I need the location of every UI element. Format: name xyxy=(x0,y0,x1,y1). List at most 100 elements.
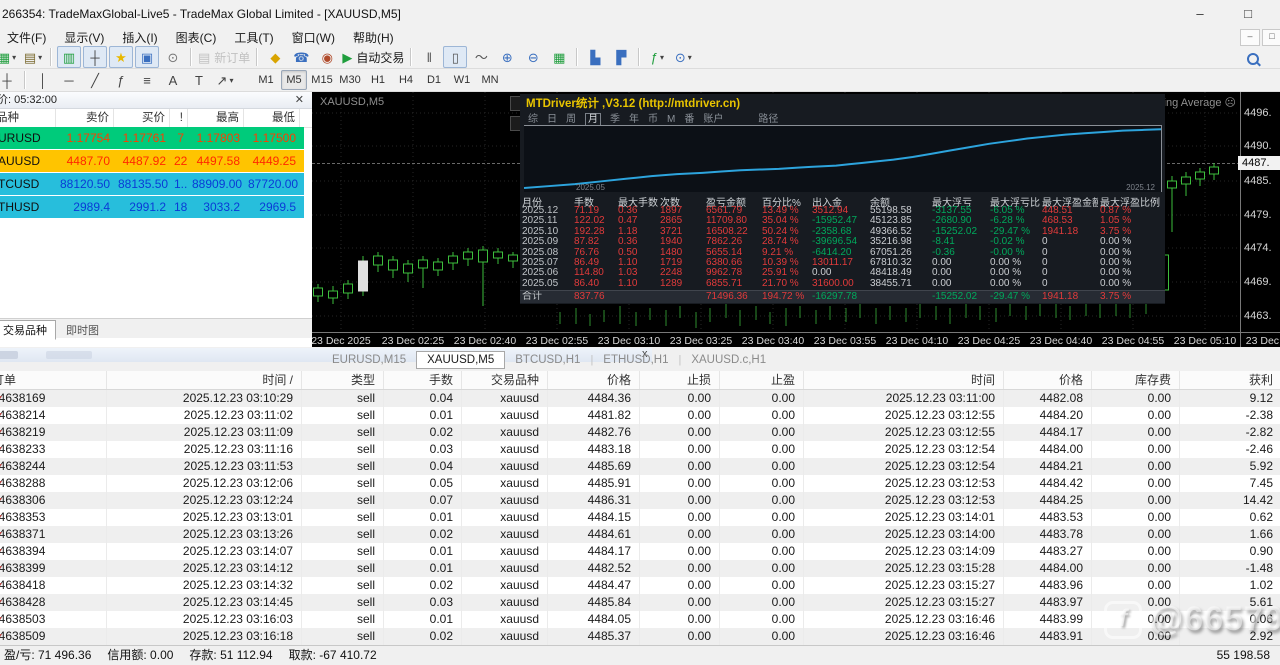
minimize-button[interactable]: – xyxy=(1180,0,1220,28)
table-row[interactable]: 646383992025.12.23 03:14:12sell0.01xauus… xyxy=(0,560,1280,577)
chart-tab-xauusd-c-h1[interactable]: XAUUSD.c,H1 xyxy=(681,352,776,368)
chat-button[interactable]: ☎ xyxy=(289,46,313,68)
menu-item[interactable]: 窗口(W) xyxy=(283,28,344,47)
table-row[interactable]: 646383062025.12.23 03:12:24sell0.07xauus… xyxy=(0,492,1280,509)
history-cell: 0.00 xyxy=(640,458,720,475)
stats-tab-番[interactable]: 番 xyxy=(684,114,694,125)
autotrade-button[interactable]: ▶自动交易 xyxy=(341,46,405,68)
help-button[interactable]: ? xyxy=(1275,48,1280,70)
cursor-button[interactable]: ┼ xyxy=(0,69,19,91)
fibonacci-button[interactable]: ƒ xyxy=(109,69,133,91)
symbol-row[interactable]: EURUSD1.177541.1776171.178031.17500 xyxy=(0,127,304,150)
stats-tab-M[interactable]: M xyxy=(667,114,675,125)
stats-tab-账户[interactable]: 账户 xyxy=(703,114,723,125)
table-row[interactable]: 646385032025.12.23 03:16:03sell0.01xauus… xyxy=(0,611,1280,628)
depth-of-market-button[interactable]: ◆ xyxy=(263,46,287,68)
stats-row: 2025.0987.820.3619407862.2628.74 %-39696… xyxy=(520,237,1165,247)
menu-item[interactable]: 帮助(H) xyxy=(344,28,403,47)
toolbox-button[interactable]: ▣ xyxy=(135,46,159,68)
chart-tab-xauusd-m5[interactable]: XAUUSD,M5 xyxy=(416,351,505,369)
stats-cell: 1941.18 xyxy=(1040,227,1098,237)
timeframe-h4[interactable]: H4 xyxy=(393,70,419,90)
chart-tab-eurusd-m15[interactable]: EURUSD,M15 xyxy=(322,352,416,368)
stats-tab-周[interactable]: 周 xyxy=(566,114,576,125)
menu-item[interactable]: 插入(I) xyxy=(113,28,166,47)
table-row[interactable]: 646382442025.12.23 03:11:53sell0.04xauus… xyxy=(0,458,1280,475)
table-row[interactable]: 646384182025.12.23 03:14:32sell0.02xauus… xyxy=(0,577,1280,594)
chart-tab-btcusd-h1[interactable]: BTCUSD,H1 xyxy=(505,352,590,368)
timeframe-m15[interactable]: M15 xyxy=(309,70,335,90)
history-cell: 14.42 xyxy=(1180,492,1280,509)
symbol-row[interactable]: ETHUSD2989.42991.2183033.22969.5 xyxy=(0,196,304,219)
label-button[interactable]: T xyxy=(187,69,211,91)
table-row[interactable]: 646383942025.12.23 03:14:07sell0.01xauus… xyxy=(0,543,1280,560)
periods-button[interactable]: ⊙▾ xyxy=(671,46,695,68)
timeframe-h1[interactable]: H1 xyxy=(365,70,391,90)
bar-chart-button[interactable]: ‖ xyxy=(417,46,441,68)
timeframe-w1[interactable]: W1 xyxy=(449,70,475,90)
candlestick-chart-button[interactable]: ▯ xyxy=(443,46,467,68)
market-watch-tab[interactable]: 即时图 xyxy=(58,321,107,339)
stats-tab-季[interactable]: 季 xyxy=(610,114,620,125)
table-row[interactable]: 646382142025.12.23 03:11:02sell0.01xauus… xyxy=(0,407,1280,424)
timeframe-m5[interactable]: M5 xyxy=(281,70,307,90)
order-number: 64638214 xyxy=(0,407,107,424)
mdi-restore-button[interactable]: □ xyxy=(1262,29,1280,46)
history-cell: 2025.12.23 03:12:06 xyxy=(107,475,302,492)
strategy-tester-button[interactable]: ⊙ xyxy=(161,46,185,68)
market-watch-close-icon[interactable]: ✕ xyxy=(295,93,304,106)
community-button[interactable]: ◉ xyxy=(315,46,339,68)
menu-item[interactable]: 显示(V) xyxy=(55,28,113,47)
stats-tab-年[interactable]: 年 xyxy=(629,114,639,125)
timeframe-m1[interactable]: M1 xyxy=(253,70,279,90)
stats-tab-综[interactable]: 综 xyxy=(528,114,538,125)
stats-total: 合计837.7671496.36194.72 %-16297.78-15252.… xyxy=(520,291,1165,301)
profiles-button[interactable]: ▤▾ xyxy=(21,46,45,68)
table-row[interactable]: 646385092025.12.23 03:16:18sell0.02xauus… xyxy=(0,628,1280,645)
horizontal-line-button[interactable]: ─ xyxy=(57,69,81,91)
table-row[interactable]: 646382332025.12.23 03:11:16sell0.03xauus… xyxy=(0,441,1280,458)
indicators-button[interactable]: ƒ▾ xyxy=(645,46,669,68)
maximize-button[interactable]: □ xyxy=(1228,0,1268,28)
table-row[interactable]: 646383712025.12.23 03:13:26sell0.02xauus… xyxy=(0,526,1280,543)
table-row[interactable]: 646383532025.12.23 03:13:01sell0.01xauus… xyxy=(0,509,1280,526)
market-watch-tab[interactable]: 交易品种 xyxy=(0,320,56,340)
label-icon: T xyxy=(195,74,203,87)
zoom-in-button[interactable]: ⊕ xyxy=(495,46,519,68)
symbol-row[interactable]: XAUUSD4487.704487.92224497.584449.25 xyxy=(0,150,304,173)
table-row[interactable]: 646382882025.12.23 03:12:06sell0.05xauus… xyxy=(0,475,1280,492)
channel-button[interactable]: ≡ xyxy=(135,69,159,91)
table-row[interactable]: 646382192025.12.23 03:11:09sell0.02xauus… xyxy=(0,424,1280,441)
table-row[interactable]: 646384282025.12.23 03:14:45sell0.03xauus… xyxy=(0,594,1280,611)
timeframe-d1[interactable]: D1 xyxy=(421,70,447,90)
mdi-minimize-button[interactable]: – xyxy=(1240,29,1260,46)
cascade-button[interactable]: ▛ xyxy=(609,46,633,68)
tile-windows-button[interactable]: ▦ xyxy=(547,46,571,68)
data-window-button[interactable]: ┼ xyxy=(83,46,107,68)
history-cell: 2025.12.23 03:15:27 xyxy=(804,577,1004,594)
stats-tab-path[interactable]: 路径 xyxy=(758,114,778,125)
trendline-button[interactable]: ╱ xyxy=(83,69,107,91)
menu-item[interactable]: 工具(T) xyxy=(225,28,282,47)
line-chart-button[interactable]: ～ xyxy=(469,46,493,68)
arrange-button[interactable]: ▙ xyxy=(583,46,607,68)
new-chart-button[interactable]: ▦▾ xyxy=(0,46,19,68)
stats-tab-日[interactable]: 日 xyxy=(547,114,557,125)
market-watch-button[interactable]: ▥ xyxy=(57,46,81,68)
menu-item[interactable]: 图表(C) xyxy=(167,28,226,47)
chart-tab-ethusd-h1[interactable]: ETHUSD,H1 xyxy=(593,352,678,368)
stats-tab-币[interactable]: 币 xyxy=(648,114,658,125)
navigator-button[interactable]: ★ xyxy=(109,46,133,68)
menu-item[interactable]: 文件(F) xyxy=(0,28,55,47)
search-button[interactable] xyxy=(1241,48,1265,70)
vertical-line-button[interactable]: │ xyxy=(31,69,55,91)
symbol-row[interactable]: BTCUSD88120.5088135.501...88909.0087720.… xyxy=(0,173,304,196)
history-cell: 0.00 xyxy=(720,577,804,594)
timeframe-mn[interactable]: MN xyxy=(477,70,503,90)
timeframe-m30[interactable]: M30 xyxy=(337,70,363,90)
text-button[interactable]: A xyxy=(161,69,185,91)
arrows-button[interactable]: ↗▾ xyxy=(213,69,237,91)
zoom-out-button[interactable]: ⊖ xyxy=(521,46,545,68)
table-row[interactable]: 646381692025.12.23 03:10:29sell0.04xauus… xyxy=(0,390,1280,407)
close-button[interactable]: ✕ xyxy=(1276,0,1280,28)
